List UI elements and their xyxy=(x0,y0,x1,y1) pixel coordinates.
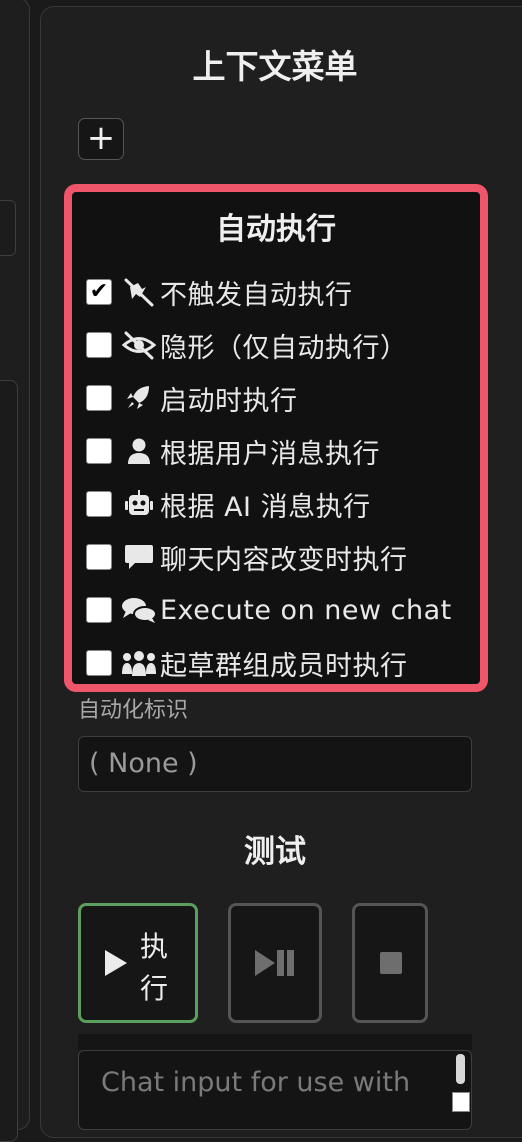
checkbox-invisible[interactable] xyxy=(86,332,112,358)
checkbox-on-startup[interactable] xyxy=(86,385,112,411)
robot-slash-icon xyxy=(120,276,158,308)
checkbox-group-draft[interactable] xyxy=(86,650,112,676)
option-user-message[interactable]: 根据用户消息执行 xyxy=(86,431,476,471)
execute-label-line-2: 行 xyxy=(139,972,168,1005)
execute-label-line-1: 执 xyxy=(139,930,168,963)
add-button[interactable]: + xyxy=(78,118,124,160)
auto-execute-title: 自动执行 xyxy=(216,212,336,247)
option-on-startup[interactable]: 启动时执行 xyxy=(86,378,476,418)
execute-button[interactable]: 执 行 xyxy=(78,903,198,1023)
user-icon xyxy=(120,435,158,467)
chat-input-scrollbar[interactable] xyxy=(456,1054,465,1084)
test-title: 测试 xyxy=(244,834,306,870)
message-icon xyxy=(120,541,158,573)
option-label: 根据用户消息执行 xyxy=(160,438,380,470)
comments-icon xyxy=(120,594,158,626)
checkbox-ai-message[interactable] xyxy=(86,491,112,517)
option-label: Execute on new chat xyxy=(160,594,452,626)
option-invisible[interactable]: 隐形（仅自动执行） xyxy=(86,325,476,365)
execute-label: 执 行 xyxy=(139,926,169,1010)
checkbox-user-message[interactable] xyxy=(86,438,112,464)
option-label: 启动时执行 xyxy=(160,385,298,417)
option-label: 根据 AI 消息执行 xyxy=(160,491,371,523)
option-new-chat[interactable]: Execute on new chat xyxy=(86,590,476,630)
automation-id-label: 自动化标识 xyxy=(78,698,189,723)
stop-button[interactable] xyxy=(352,903,428,1023)
left-panel-field[interactable] xyxy=(0,200,16,256)
page-title: 上下文菜单 xyxy=(192,47,358,86)
rocket-icon xyxy=(120,382,158,414)
option-ai-message[interactable]: 根据 AI 消息执行 xyxy=(86,484,476,524)
option-label: 起草群组成员时执行 xyxy=(160,650,408,682)
option-chat-changed[interactable]: 聊天内容改变时执行 xyxy=(86,537,476,577)
chat-input-resize-handle[interactable] xyxy=(452,1092,470,1112)
stop-icon xyxy=(380,952,402,978)
robot-icon xyxy=(120,488,158,520)
auto-execute-section: 自动执行 ✔ 不触发自动执行 隐形（仅自动执行） 启动时执行 根据用户消息执行 … xyxy=(64,184,488,692)
checkbox-chat-changed[interactable] xyxy=(86,544,112,570)
option-dont-trigger[interactable]: ✔ 不触发自动执行 xyxy=(86,272,476,312)
option-label: 聊天内容改变时执行 xyxy=(160,544,408,576)
play-pause-icon xyxy=(253,948,299,982)
checkbox-dont-trigger[interactable]: ✔ xyxy=(86,279,112,305)
people-group-icon xyxy=(120,647,158,679)
left-panel-editor[interactable] xyxy=(0,380,18,1142)
checkbox-new-chat[interactable] xyxy=(86,597,112,623)
eye-slash-icon xyxy=(120,329,158,361)
option-label: 不触发自动执行 xyxy=(160,279,353,311)
option-label: 隐形（仅自动执行） xyxy=(160,332,408,364)
option-group-draft[interactable]: 起草群组成员时执行 xyxy=(86,643,476,683)
chat-input-top-strip xyxy=(78,1034,472,1050)
play-icon xyxy=(103,948,129,982)
chat-input[interactable]: Chat input for use with xyxy=(78,1050,472,1130)
step-pause-button[interactable] xyxy=(228,903,322,1023)
automation-id-select[interactable]: ( None ) xyxy=(78,736,472,792)
